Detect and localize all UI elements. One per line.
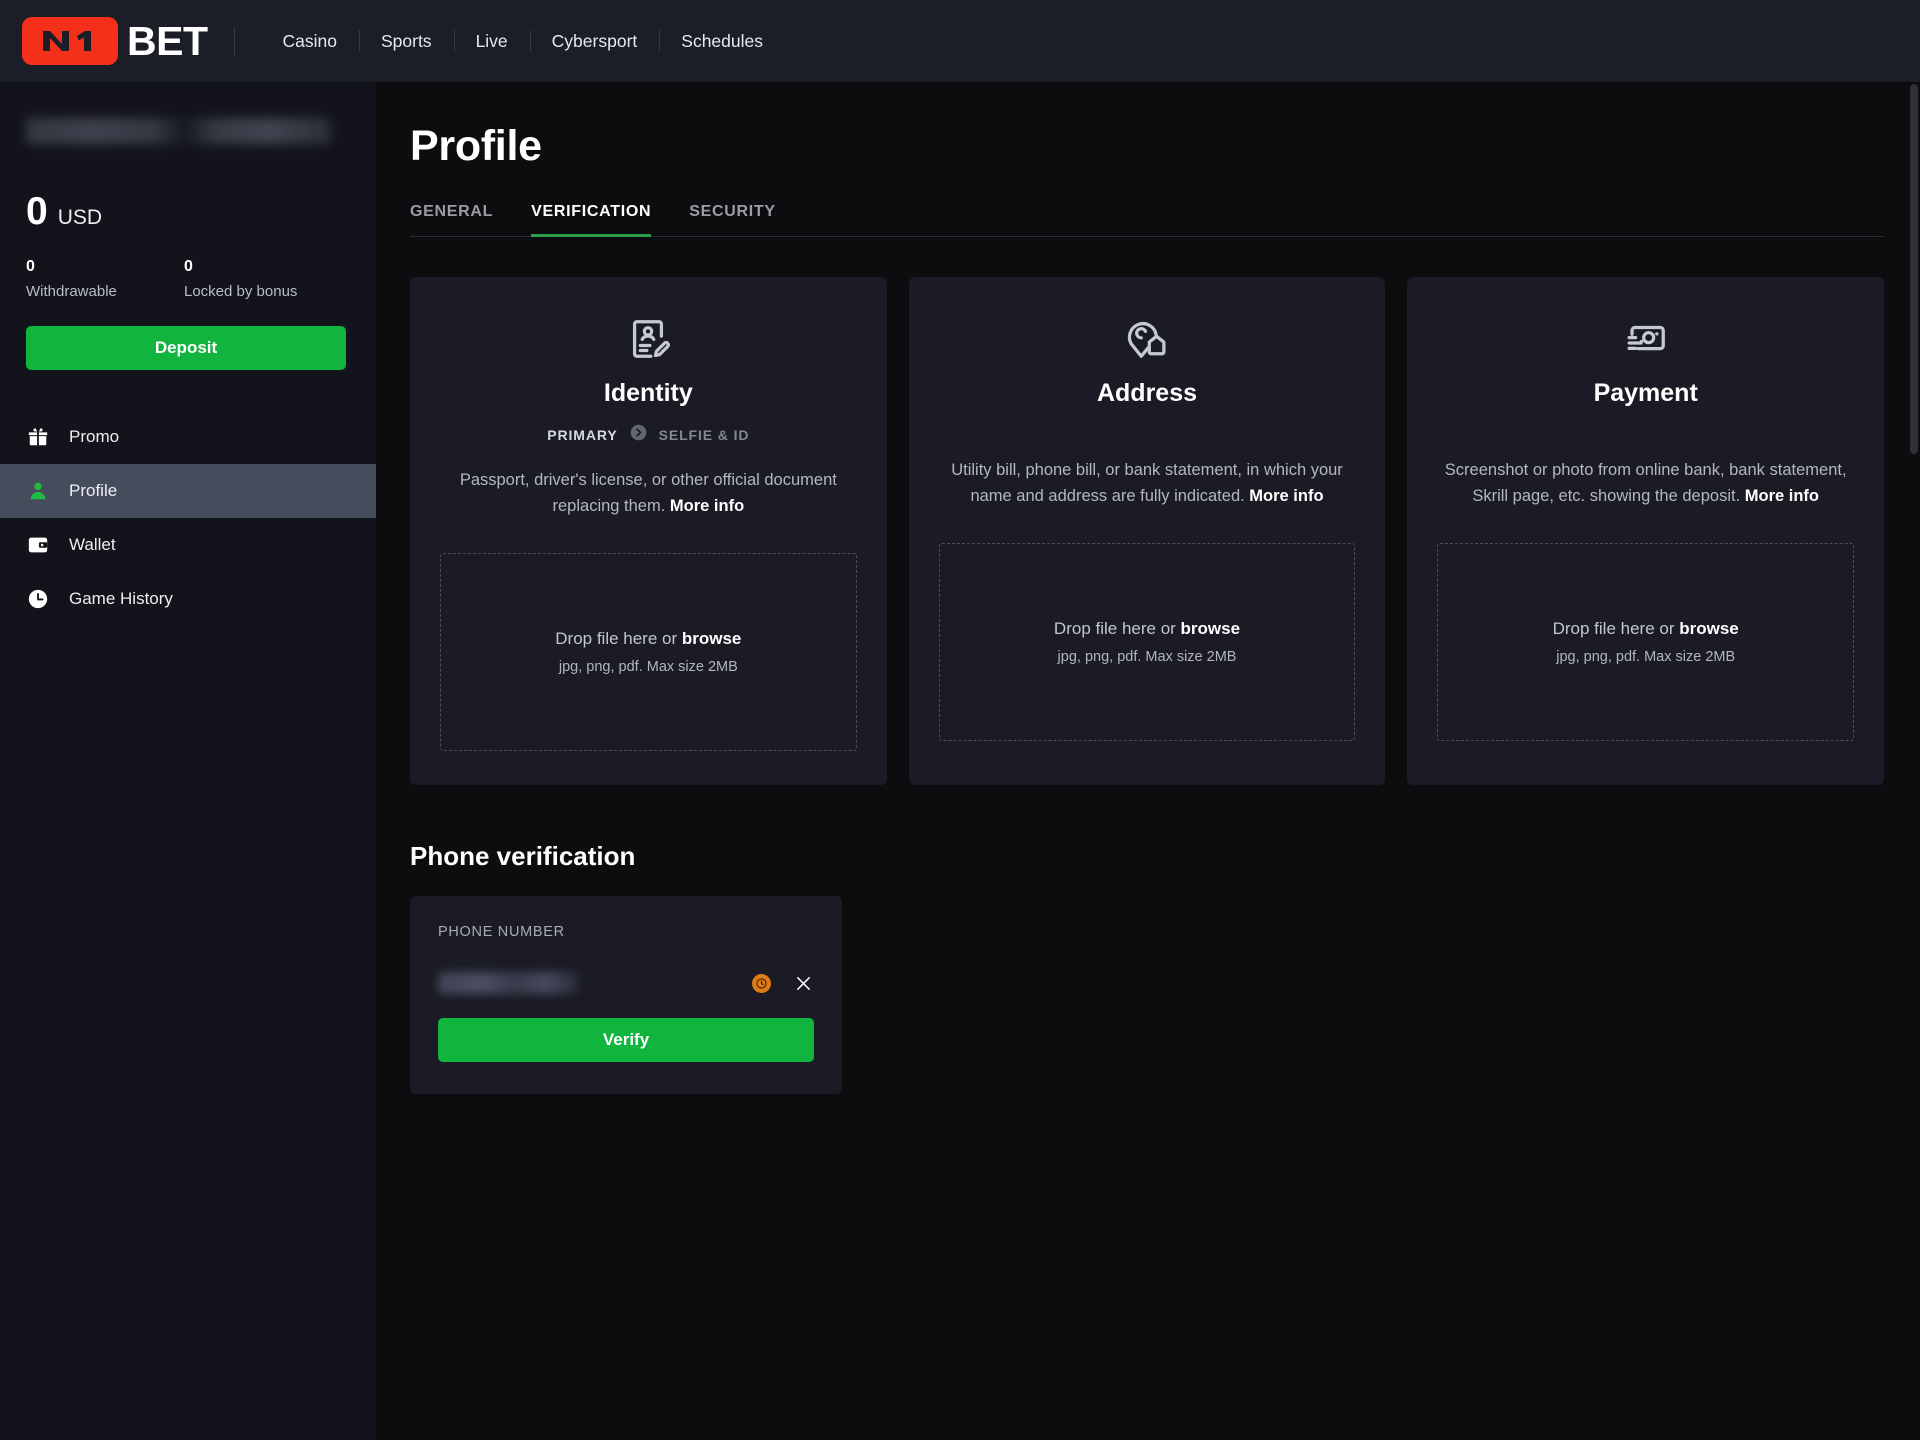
dropzone-prompt-text: Drop file here or [1053,619,1181,639]
verify-button[interactable]: Verify [438,1018,814,1063]
balance-amount: 0 [26,190,48,233]
sidebar-item-label: Profile [69,481,118,501]
main-navigation: Casino Sports Live Cybersport Schedules [261,31,786,52]
logo-nav-divider [233,27,235,55]
dropzone-prompt: Drop file here or browse [555,629,741,649]
verification-card-identity: Identity PRIMARY SELFIE & ID Passport, d… [410,277,887,786]
brand-wordmark: BET [127,17,208,64]
nav-item-sports[interactable]: Sports [359,31,454,52]
user-icon [26,479,50,503]
chevron-right-icon [630,424,647,446]
phone-verification-heading: Phone verification [410,841,636,872]
step-selfie-id: SELFIE & ID [658,427,750,443]
sidebar: 0 USD 0 Withdrawable 0 Locked by bonus D… [0,82,376,1440]
card-description: Utility bill, phone bill, or bank statem… [939,458,1356,509]
step-primary: PRIMARY [547,427,618,443]
nav-item-schedules[interactable]: Schedules [659,31,785,52]
withdrawable-value: 0 [26,258,35,275]
browse-link[interactable]: browse [1181,619,1241,638]
banknote-icon [1623,311,1669,367]
wallet-icon [26,533,50,557]
card-description: Passport, driver's license, or other off… [440,468,857,519]
dropzone-hint: jpg, png, pdf. Max size 2MB [558,659,738,676]
tab-verification[interactable]: VERIFICATION [531,203,652,237]
profile-tabs: GENERAL VERIFICATION SECURITY [410,203,1884,237]
balance-currency: USD [57,206,103,229]
withdrawable-label: Withdrawable [26,283,117,301]
phone-number-row [438,968,814,998]
more-info-link[interactable]: More info [1249,487,1323,505]
id-card-icon [625,311,671,367]
page-title: Profile [410,122,542,170]
top-bar: BET Casino Sports Live Cybersport Schedu… [0,0,1920,82]
clock-icon [26,587,50,611]
dropzone-prompt-text: Drop file here or [1552,619,1680,639]
username-redacted [26,118,331,144]
more-info-link[interactable]: More info [670,497,744,515]
card-description-text: Passport, driver's license, or other off… [459,471,837,515]
balance-display: 0 USD [26,192,350,231]
dropzone-hint: jpg, png, pdf. Max size 2MB [1556,649,1736,666]
verification-card-payment: Payment Screenshot or photo from online … [1407,277,1885,786]
nav-item-cybersport[interactable]: Cybersport [530,31,660,52]
more-info-link[interactable]: More info [1745,487,1819,505]
close-icon[interactable] [792,972,814,994]
pending-clock-badge[interactable] [752,973,771,993]
dropzone-address[interactable]: Drop file here or browse jpg, png, pdf. … [938,543,1356,742]
card-title: Payment [1593,379,1698,407]
map-pin-house-icon [1124,311,1170,367]
dropzone-payment[interactable]: Drop file here or browse jpg, png, pdf. … [1437,543,1855,742]
verification-card-address: Address Utility bill, phone bill, or ban… [908,277,1386,786]
sidebar-item-profile[interactable]: Profile [0,464,376,519]
phone-verification-card: PHONE NUMBER Verify [410,896,842,1095]
scrollbar-thumb[interactable] [1910,84,1918,454]
browse-link[interactable]: browse [682,629,742,648]
verification-cards: Identity PRIMARY SELFIE & ID Passport, d… [410,277,1885,786]
identity-steps: PRIMARY SELFIE & ID [547,424,749,446]
locked-bonus-label: Locked by bonus [184,283,298,301]
locked-bonus-value: 0 [184,258,193,275]
dropzone-prompt-text: Drop file here or [555,629,682,649]
main-content: Profile GENERAL VERIFICATION SECURITY Id… [376,82,1920,1440]
n1-logo-mark [22,17,118,65]
sub-balances: 0 Withdrawable 0 Locked by bonus [26,257,350,300]
dropzone-prompt: Drop file here or browse [1054,619,1240,639]
card-description: Screenshot or photo from online bank, ba… [1437,458,1854,509]
dropzone-prompt: Drop file here or browse [1553,619,1739,639]
phone-number-value-redacted[interactable] [438,972,578,995]
brand-logo[interactable]: BET [22,17,208,65]
sidebar-item-label: Game History [69,589,173,609]
sidebar-item-label: Wallet [69,535,116,555]
sidebar-item-label: Promo [69,427,120,447]
dropzone-hint: jpg, png, pdf. Max size 2MB [1057,649,1237,666]
locked-bonus-block: 0 Locked by bonus [184,257,342,300]
gift-icon [26,425,50,449]
card-title: Identity [603,379,693,407]
scrollbar-track[interactable] [1908,82,1920,1440]
dropzone-identity[interactable]: Drop file here or browse jpg, png, pdf. … [440,553,857,752]
browse-link[interactable]: browse [1679,619,1739,638]
sidebar-menu: Promo Profile Wallet Game History [0,410,376,626]
sidebar-item-wallet[interactable]: Wallet [0,518,376,572]
nav-item-live[interactable]: Live [454,31,530,52]
phone-number-label: PHONE NUMBER [438,924,565,941]
nav-item-casino[interactable]: Casino [261,31,359,52]
withdrawable-block: 0 Withdrawable [26,257,184,300]
sidebar-item-promo[interactable]: Promo [0,410,376,464]
deposit-button[interactable]: Deposit [26,326,346,371]
page-shell: 0 USD 0 Withdrawable 0 Locked by bonus D… [0,82,1920,1440]
card-title: Address [1096,379,1198,407]
tab-security[interactable]: SECURITY [689,203,776,236]
tab-general[interactable]: GENERAL [410,203,493,236]
sidebar-item-game-history[interactable]: Game History [0,572,376,626]
